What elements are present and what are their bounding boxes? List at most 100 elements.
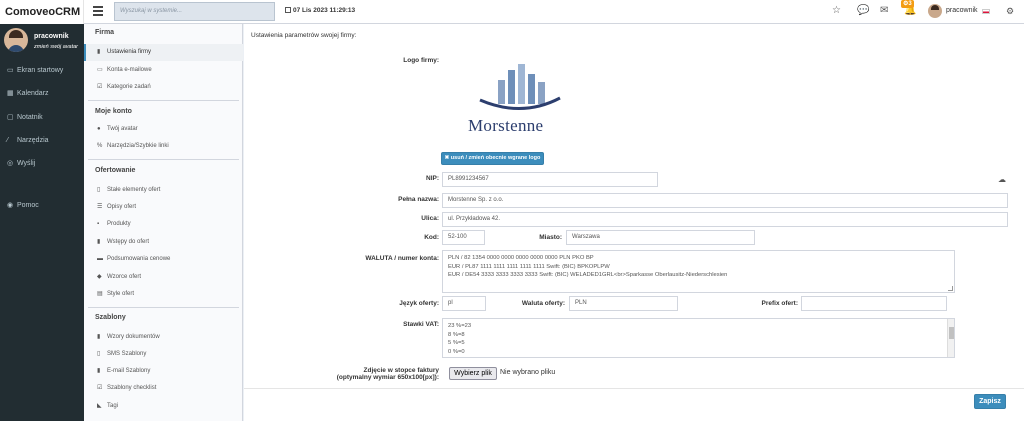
subnav-section-moje-konto: Moje konto [95,108,132,115]
list-icon: ☰ [97,204,103,210]
vat-label: Stawki VAT: [403,321,439,328]
main-sidebar: pracownik zmień swój avatar ▭ Ekran start… [0,24,84,421]
notifications-badge[interactable]: ⚙3 [901,0,914,8]
document-icon: ▮ [97,239,101,245]
company-logo: Morstenne [464,60,574,140]
choose-file-button[interactable]: Wybierz plik [449,367,497,380]
sidebar-item-ekran-startowy[interactable]: ▭ Ekran startowy [0,62,84,80]
cube-icon: ◆ [97,274,102,280]
logo-label: Logo firmy: [403,57,439,64]
street-label: Ulica: [421,215,439,222]
book-icon: ▯ [97,187,101,193]
building-icon: ▮ [97,49,101,55]
app-brand[interactable]: ComoveoCRM [0,0,84,24]
offer-prefix-input[interactable] [801,296,947,311]
user-icon: ● [97,126,101,132]
subnav-item-narzedzia-linki[interactable]: % Narzędzia/Szybkie linki [84,138,243,155]
palette-icon: ▤ [97,291,103,297]
street-input[interactable]: ul. Przykładowa 42. [442,212,1008,227]
datetime-display: 07 Lis 2023 11:29:13 [285,7,355,14]
subnav-item-produkty[interactable]: ▪ Produkty [84,216,243,233]
chat-icon[interactable]: 💬 [857,5,869,17]
subnav-item-wstepy[interactable]: ▮ Wstępy do ofert [84,234,243,251]
page-title: Ustawienia parametrów swojej firmy: [251,32,357,39]
sidebar-item-kalendarz[interactable]: ▦ Kalendarz [0,85,84,103]
subnav-item-ustawienia-firmy[interactable]: ▮ Ustawienia firmy [84,44,243,61]
subnav-item-stale-elementy[interactable]: ▯ Stałe elementy ofert [84,182,243,199]
star-icon[interactable]: ☆ [832,5,841,17]
logo-graphic [479,64,561,110]
offer-lang-input[interactable]: pl [442,296,486,311]
scrollbar-thumb[interactable] [949,327,954,339]
avatar[interactable] [928,4,942,18]
vat-textarea[interactable]: 23 %=23 8 %=8 5 %=5 0 %=0 [442,318,955,358]
currency-account-label: WALUTA / numer konta: [365,255,439,262]
subnav-item-wzory-dokumentow[interactable]: ▮ Wzory dokumentów [84,329,243,346]
file-status: Nie wybrano pliku [500,369,556,376]
subnav-section-firma: Firma [95,29,115,36]
help-icon: ◉ [7,202,14,209]
send-icon: ◎ [7,160,14,167]
menu-toggle-icon[interactable] [93,6,103,16]
subnav-item-opisy-ofert[interactable]: ☰ Opisy ofert [84,199,243,216]
mail-icon[interactable]: ✉ [880,5,888,17]
offer-lang-label: Język oferty: [399,300,439,307]
subnav-item-podsumowania[interactable]: ▬ Podsumowania cenowe [84,251,243,268]
envelope-icon: ▭ [97,67,103,73]
user-menu[interactable]: pracownik [946,7,978,14]
remove-logo-button[interactable]: ✖ usuń / zmień obecnie wgrane logo [441,152,544,165]
document-icon: ▮ [97,368,101,374]
subnav-item-checklist[interactable]: ☑ Szablony checklist [84,380,243,397]
postcode-label: Kod: [424,234,439,241]
calendar-icon [285,7,291,13]
divider [88,159,239,160]
checkbox-icon: ☑ [97,385,103,391]
subnav-item-kategorie-zadan[interactable]: ☑ Kategorie zadań [84,79,243,96]
sidebar-item-pomoc[interactable]: ◉ Pomoc [0,197,84,215]
fullname-input[interactable]: Morstenne Sp. z o.o. [442,193,1008,208]
resize-handle[interactable] [948,286,953,291]
settings-subnav: Firma ▮ Ustawienia firmy ▭ Konta e-mailowe… [84,24,243,421]
nip-input[interactable]: PL8991234567 [442,172,658,187]
subnav-item-twoj-avatar[interactable]: ● Twój avatar [84,121,243,138]
money-icon: ▬ [97,256,103,262]
change-avatar-link[interactable]: zmień swój avatar [34,44,78,50]
document-icon: ▮ [97,334,101,340]
save-button[interactable]: Zapisz [974,394,1006,409]
divider [88,307,239,308]
fullname-label: Pełna nazwa: [398,196,439,203]
cart-icon: ▪ [97,221,100,227]
subnav-item-tagi[interactable]: ◣ Tagi [84,398,243,415]
notepad-icon: ▢ [7,114,14,121]
offer-currency-input[interactable]: PLN [569,296,678,311]
vat-scrollbar[interactable] [947,319,954,357]
sidebar-item-narzedzia[interactable]: ⁄ Narzędzia [0,132,84,150]
city-label: Miasto: [539,234,562,241]
cloud-upload-icon[interactable]: ☁ [998,175,1006,184]
sidebar-user-name: pracownik [34,33,69,40]
settings-gear-icon[interactable]: ⚙ [1006,6,1014,17]
top-header: ComoveoCRM Wyszukaj w systemie... 07 Lis… [0,0,1024,24]
monitor-icon: ▭ [7,67,14,74]
avatar[interactable] [4,28,28,52]
flag-pl-icon[interactable] [982,9,990,14]
divider [244,388,1024,389]
subnav-section-ofertowanie: Ofertowanie [95,167,136,174]
subnav-item-wzorce[interactable]: ◆ Wzorce ofert [84,269,243,286]
currency-account-textarea[interactable]: PLN / 82 1354 0000 0000 0000 0000 0000 P… [442,250,955,293]
logo-text: Morstenne [468,116,544,135]
sidebar-item-wyslij[interactable]: ◎ Wyślij [0,155,84,173]
subnav-item-konta-email[interactable]: ▭ Konta e-mailowe [84,62,243,79]
sidebar-item-notatnik[interactable]: ▢ Notatnik [0,109,84,127]
footer-photo-label: Zdjęcie w stopce faktury (optymalny wymi… [336,367,439,381]
subnav-section-szablony: Szablony [95,314,126,321]
search-input[interactable]: Wyszukaj w systemie... [114,2,275,21]
wrench-icon: ⁄ [7,137,9,144]
calendar-icon: ▦ [7,90,14,97]
postcode-input[interactable]: 52-100 [442,230,485,245]
city-input[interactable]: Warszawa [566,230,755,245]
tag-icon: ◣ [97,403,102,409]
subnav-item-style[interactable]: ▤ Style ofert [84,286,243,303]
subnav-item-sms[interactable]: ▯ SMS Szablony [84,346,243,363]
subnav-item-email-szablony[interactable]: ▮ E-mail Szablony [84,363,243,380]
